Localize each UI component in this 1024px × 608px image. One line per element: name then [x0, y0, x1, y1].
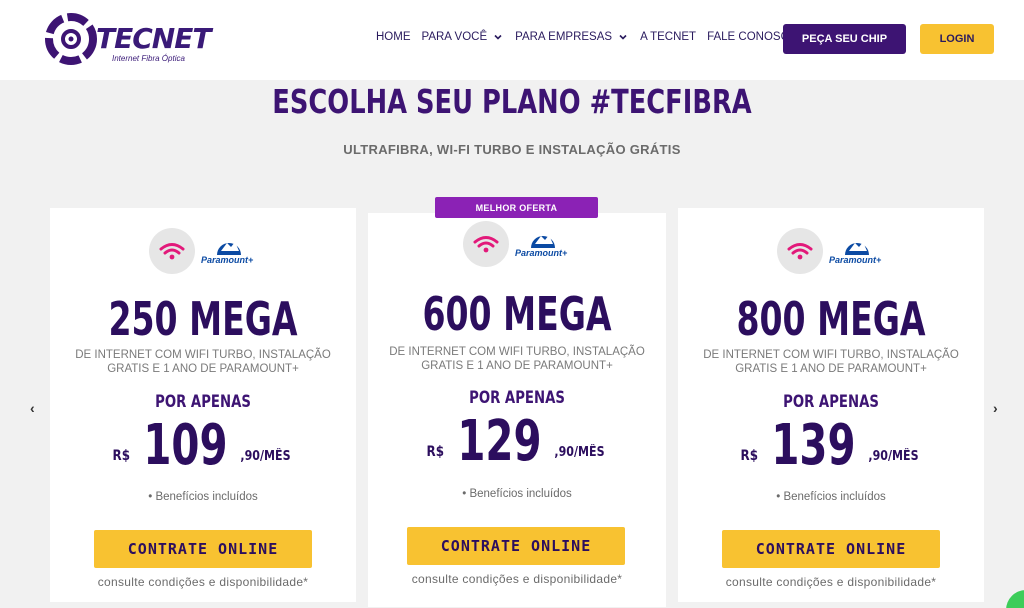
wifi-icon	[149, 228, 195, 274]
plan-card-600: Paramount+ 600 MEGA DE INTERNET COM WIFI…	[368, 213, 666, 607]
paramount-text: Paramount+	[829, 255, 882, 265]
plan-description: DE INTERNET COM WIFI TURBO, INSTALAÇÃO G…	[703, 349, 959, 375]
price-currency: R$	[112, 448, 130, 464]
plan-benefits[interactable]: • Benefícios incluídos	[678, 491, 984, 503]
nav-item-home[interactable]: HOME	[376, 31, 411, 43]
nav-label: PARA EMPRESAS	[515, 31, 613, 43]
plan-icons: Paramount+	[50, 228, 356, 274]
price-currency: R$	[426, 444, 444, 460]
plan-speed: 600 MEGA	[422, 287, 612, 341]
plan-conditions: consulte condições e disponibilidade*	[725, 575, 937, 589]
wifi-icon	[463, 221, 509, 267]
plan-por-apenas: POR APENAS	[469, 388, 565, 408]
section-subtitle: ULTRAFIBRA, WI-FI TURBO E INSTALAÇÃO GRÁ…	[343, 142, 681, 157]
site-header: TECNET Internet Fibra Óptica HOME PARA V…	[0, 0, 1024, 80]
carousel-prev-arrow[interactable]: ‹	[30, 400, 35, 416]
plan-conditions: consulte condições e disponibilidade*	[97, 575, 309, 589]
chevron-down-icon	[619, 34, 627, 40]
logo-tagline: Internet Fibra Óptica	[112, 54, 185, 63]
plan-benefits[interactable]: • Benefícios incluídos	[368, 488, 666, 500]
plan-description: DE INTERNET COM WIFI TURBO, INSTALAÇÃO G…	[389, 346, 645, 372]
price-value: 139	[771, 413, 856, 478]
price-value: 109	[143, 413, 228, 478]
nav-label: HOME	[376, 31, 411, 43]
plan-price: R$ 109 ,90/MÊS	[50, 413, 356, 478]
price-cents: ,90/MÊS	[240, 449, 291, 464]
price-cents: ,90/MÊS	[868, 449, 919, 464]
chevron-down-icon	[494, 34, 502, 40]
plan-speed: 800 MEGA	[736, 292, 926, 346]
plan-icons: Paramount+	[368, 221, 666, 267]
plan-description: DE INTERNET COM WIFI TURBO, INSTALAÇÃO G…	[75, 349, 331, 375]
logo-wordmark: TECNET	[96, 22, 211, 55]
login-button[interactable]: LOGIN	[920, 24, 994, 54]
nav-label: A TECNET	[640, 31, 697, 43]
paramount-text: Paramount+	[201, 255, 254, 265]
paramount-logo-icon: Paramount+	[201, 231, 257, 271]
price-currency: R$	[740, 448, 758, 464]
best-offer-badge: MELHOR OFERTA	[435, 197, 598, 218]
nav-item-para-voce[interactable]: PARA VOCÊ	[422, 31, 504, 43]
paramount-logo-icon: Paramount+	[515, 224, 571, 264]
contrate-online-button[interactable]: CONTRATE ONLINE	[94, 530, 312, 568]
paramount-text: Paramount+	[515, 248, 568, 258]
paramount-logo-icon: Paramount+	[829, 231, 885, 271]
plan-price: R$ 129 ,90/MÊS	[368, 409, 666, 474]
plan-por-apenas: POR APENAS	[783, 392, 879, 412]
contrate-online-button[interactable]: CONTRATE ONLINE	[407, 527, 625, 565]
plan-card-800: Paramount+ 800 MEGA DE INTERNET COM WIFI…	[678, 208, 984, 602]
plan-conditions: consulte condições e disponibilidade*	[411, 572, 623, 586]
wifi-icon	[777, 228, 823, 274]
plan-por-apenas: POR APENAS	[155, 392, 251, 412]
section-title: ESCOLHA SEU PLANO #TECFIBRA	[272, 82, 752, 121]
plan-icons: Paramount+	[678, 228, 984, 274]
plan-benefits[interactable]: • Benefícios incluídos	[50, 491, 356, 503]
price-cents: ,90/MÊS	[554, 445, 605, 460]
plan-price: R$ 139 ,90/MÊS	[678, 413, 984, 478]
plan-speed: 250 MEGA	[108, 292, 298, 346]
nav-item-a-tecnet[interactable]: A TECNET	[640, 31, 696, 43]
nav-item-para-empresas[interactable]: PARA EMPRESAS	[515, 31, 628, 43]
nav-menu: HOME PARA VOCÊ PARA EMPRESAS A TECNET FA…	[376, 31, 798, 43]
price-value: 129	[457, 409, 542, 474]
contrate-online-button[interactable]: CONTRATE ONLINE	[722, 530, 940, 568]
nav-label: PARA VOCÊ	[421, 31, 488, 43]
logo-mark-icon	[45, 13, 97, 65]
whatsapp-float-icon[interactable]	[1006, 590, 1024, 608]
plan-card-250: Paramount+ 250 MEGA DE INTERNET COM WIFI…	[50, 208, 356, 602]
peca-seu-chip-button[interactable]: PEÇA SEU CHIP	[783, 24, 906, 54]
tecnet-logo[interactable]: TECNET Internet Fibra Óptica	[44, 12, 211, 68]
carousel-next-arrow[interactable]: ›	[993, 400, 998, 416]
